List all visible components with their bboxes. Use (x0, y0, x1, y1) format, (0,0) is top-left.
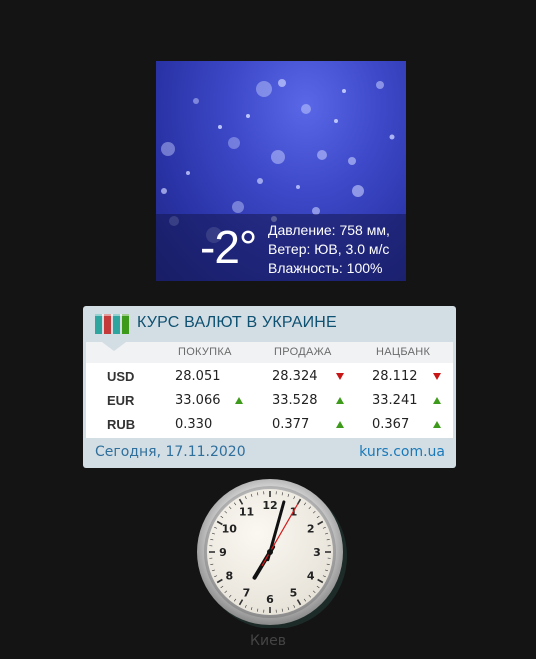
wind-text: Ветер: ЮВ, 3.0 м/с (268, 241, 390, 257)
pressure-text: Давление: 758 мм, (268, 222, 390, 238)
currency-code: EUR (107, 393, 135, 408)
header-notch (102, 342, 126, 351)
table-row: USD 28.051 28.324 28.112 (86, 365, 453, 389)
clock-number: 6 (266, 593, 274, 606)
trend-up-icon (235, 397, 243, 404)
table-row: EUR 33.066 33.528 33.241 (86, 389, 453, 413)
currency-rates-widget: КУРС ВАЛЮТ В УКРАИНЕ ПОКУПКА ПРОДАЖА НАЦ… (83, 306, 456, 468)
clock-number: 8 (225, 570, 233, 583)
clock-number: 12 (262, 499, 277, 512)
trend-down-icon (433, 373, 441, 380)
clock-number: 7 (243, 587, 251, 600)
nbu-value: 33.241 (372, 393, 418, 408)
clock-number: 2 (307, 523, 315, 536)
buy-value: 0.330 (175, 417, 213, 432)
trend-up-icon (433, 397, 441, 404)
buy-value: 33.066 (175, 393, 221, 408)
clock-number: 4 (307, 570, 315, 583)
analog-clock: 121234567891011 (197, 479, 347, 628)
weather-details: Давление: 758 мм, Ветер: ЮВ, 3.0 м/с Вла… (268, 221, 390, 278)
sell-value: 0.377 (272, 417, 310, 432)
trend-down-icon (336, 373, 344, 380)
rates-header: КУРС ВАЛЮТ В УКРАИНЕ (83, 306, 456, 342)
rates-column-headers: ПОКУПКА ПРОДАЖА НАЦБАНК (86, 342, 453, 363)
rates-date: Сегодня, 17.11.2020 (95, 444, 246, 460)
sell-value: 33.528 (272, 393, 318, 408)
clock-city: Киев (250, 633, 286, 649)
currency-code: RUB (107, 417, 136, 432)
trend-up-icon (336, 397, 344, 404)
bar-chart-logo-icon (95, 314, 129, 334)
trend-up-icon (433, 421, 441, 428)
nbu-value: 28.112 (372, 369, 418, 384)
weather-widget: -2° Давление: 758 мм, Ветер: ЮВ, 3.0 м/с… (156, 61, 406, 281)
kurs-site-link[interactable]: kurs.com.ua (359, 444, 445, 460)
clock-center-pin (267, 549, 273, 555)
nbu-value: 0.367 (372, 417, 410, 432)
column-sell: ПРОДАЖА (274, 346, 332, 358)
trend-up-icon (336, 421, 344, 428)
rates-title: КУРС ВАЛЮТ В УКРАИНЕ (137, 314, 337, 331)
currency-code: USD (107, 369, 135, 384)
clock-number: 3 (313, 546, 321, 559)
column-buy: ПОКУПКА (178, 346, 232, 358)
clock-number: 5 (290, 587, 298, 600)
humidity-text: Влажность: 100% (268, 260, 383, 276)
buy-value: 28.051 (175, 369, 221, 384)
rates-footer: Сегодня, 17.11.2020 kurs.com.ua (83, 438, 456, 468)
rates-table: ПОКУПКА ПРОДАЖА НАЦБАНК USD 28.051 28.32… (86, 342, 453, 438)
table-row: RUB 0.330 0.377 0.367 (86, 413, 453, 437)
clock-number: 11 (239, 505, 254, 518)
temperature-value: -2° (200, 221, 257, 273)
column-nbu: НАЦБАНК (376, 346, 431, 358)
sell-value: 28.324 (272, 369, 318, 384)
clock-number: 9 (219, 546, 227, 559)
clock-number: 10 (222, 523, 238, 536)
